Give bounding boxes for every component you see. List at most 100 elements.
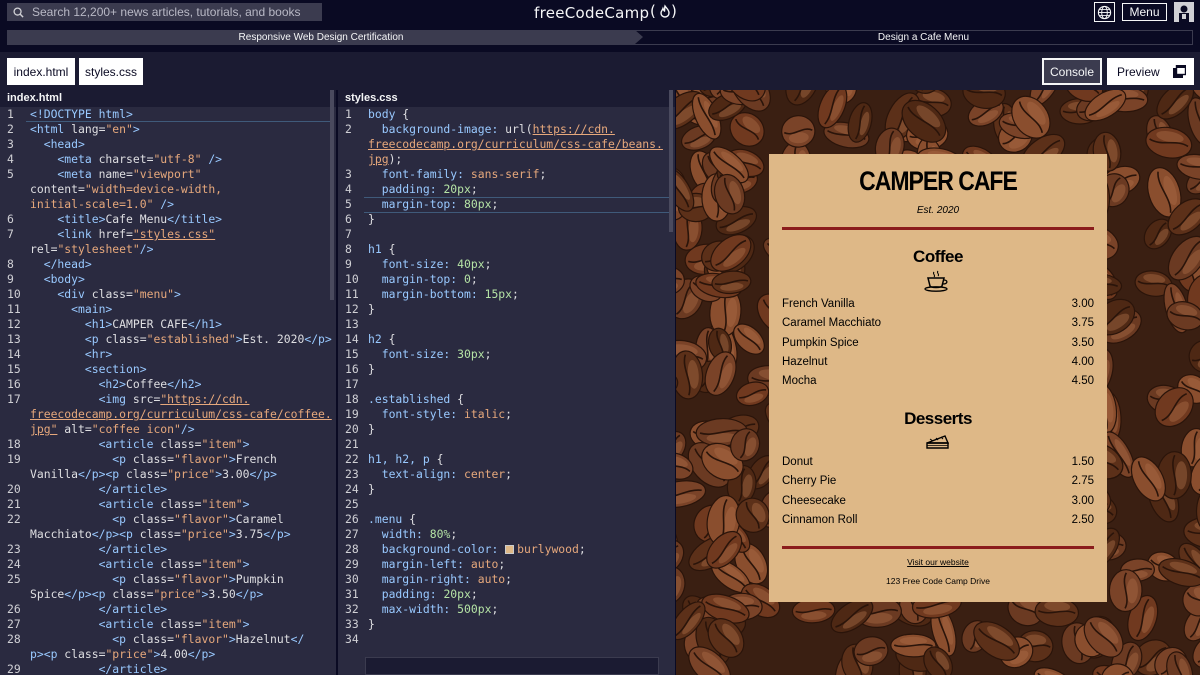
- code-line[interactable]: <body>: [30, 272, 85, 287]
- code-line[interactable]: <!DOCTYPE html>: [30, 107, 133, 122]
- code-line[interactable]: <p class="flavor">Caramel: [30, 512, 284, 527]
- code-line[interactable]: h1, h2, p {: [368, 452, 443, 467]
- code-line[interactable]: }: [368, 617, 375, 632]
- tab-styles-css[interactable]: styles.css: [79, 58, 143, 85]
- console-button[interactable]: Console: [1042, 58, 1102, 85]
- visit-website-link[interactable]: Visit our website: [769, 557, 1107, 567]
- code-line[interactable]: <p class="flavor">French: [30, 452, 277, 467]
- code-line[interactable]: </head>: [30, 257, 92, 272]
- language-globe-button[interactable]: [1094, 2, 1115, 22]
- breadcrumb-project[interactable]: Design a Cafe Menu: [635, 30, 1193, 45]
- css-code-area[interactable]: 1 body {2 background-image: url(https://c…: [338, 107, 675, 675]
- code-line[interactable]: margin-top: 0;: [368, 272, 478, 287]
- html-editor-scrollbar[interactable]: [330, 90, 334, 300]
- code-line[interactable]: freecodecamp.org/curriculum/css-cafe/cof…: [30, 407, 332, 422]
- preview-button[interactable]: Preview: [1107, 58, 1194, 85]
- code-line[interactable]: rel="stylesheet"/>: [30, 242, 153, 257]
- search-input[interactable]: [32, 5, 312, 19]
- code-line[interactable]: Macchiato</p><p class="price">3.75</p>: [30, 527, 291, 542]
- code-line[interactable]: content="width=device-width,: [30, 182, 222, 197]
- code-line[interactable]: <h2>Coffee</h2>: [30, 377, 202, 392]
- code-line[interactable]: <p class="flavor">Pumpkin: [30, 572, 284, 587]
- code-line[interactable]: p><p class="price">4.00</p>: [30, 647, 215, 662]
- code-line[interactable]: </article>: [30, 542, 168, 557]
- code-line[interactable]: font-size: 40px;: [368, 257, 492, 272]
- code-line[interactable]: padding: 20px;: [368, 182, 478, 197]
- code-line[interactable]: </article>: [30, 482, 168, 497]
- css-editor-scrollbar[interactable]: [669, 90, 673, 232]
- line-number: 25: [7, 572, 21, 586]
- html-code-area[interactable]: 1 <!DOCTYPE html> 2 <html lang="en"> 3 <head…: [0, 107, 336, 675]
- code-line[interactable]: <head>: [30, 137, 85, 152]
- code-line[interactable]: jpg" alt="coffee icon"/>: [30, 422, 195, 437]
- code-line[interactable]: margin-left: auto;: [368, 557, 505, 572]
- code-line[interactable]: <article class="item">: [30, 437, 250, 452]
- tab-index-html[interactable]: index.html: [7, 58, 75, 85]
- menu-button[interactable]: Menu: [1122, 3, 1167, 21]
- code-line[interactable]: <h1>CAMPER CAFE</h1>: [30, 317, 222, 332]
- code-line[interactable]: h1 {: [368, 242, 395, 257]
- code-line[interactable]: font-style: italic;: [368, 407, 512, 422]
- code-line[interactable]: .established {: [368, 392, 464, 407]
- code-line[interactable]: freecodecamp.org/curriculum/css-cafe/bea…: [368, 137, 663, 152]
- code-line[interactable]: Vanilla</p><p class="price">3.00</p>: [30, 467, 277, 482]
- code-line[interactable]: <title>Cafe Menu</title>: [30, 212, 222, 227]
- code-line[interactable]: margin-top: 80px;: [368, 197, 499, 212]
- avatar-icon: [1174, 2, 1194, 22]
- code-line[interactable]: <hr>: [30, 347, 112, 362]
- code-token: "width=device-width,: [84, 182, 223, 196]
- code-line[interactable]: <section>: [30, 362, 147, 377]
- code-line[interactable]: h2 {: [368, 332, 395, 347]
- code-line[interactable]: margin-bottom: 15px;: [368, 287, 519, 302]
- code-token: 30px: [457, 347, 485, 361]
- code-line[interactable]: }: [368, 422, 375, 437]
- code-line[interactable]: jpg);: [368, 152, 402, 167]
- code-line[interactable]: padding: 20px;: [368, 587, 478, 602]
- code-line[interactable]: <img src="https://cdn.: [30, 392, 250, 407]
- html-editor-pane[interactable]: index.html 1 <!DOCTYPE html> 2 <html lang="…: [0, 90, 336, 675]
- breadcrumb-course[interactable]: Responsive Web Design Certification: [7, 30, 643, 45]
- code-line[interactable]: <p class="flavor">Hazelnut</: [30, 632, 304, 647]
- code-line[interactable]: width: 80%;: [368, 527, 457, 542]
- address-text: 123 Free Code Camp Drive: [886, 576, 990, 586]
- code-line[interactable]: <div class="menu">: [30, 287, 181, 302]
- code-line[interactable]: <article class="item">: [30, 617, 250, 632]
- code-line[interactable]: <p class="established">Est. 2020</p>: [30, 332, 332, 347]
- code-line[interactable]: font-family: sans-serif;: [368, 167, 547, 182]
- code-line[interactable]: </article>: [30, 602, 168, 617]
- code-line[interactable]: </article>: [30, 662, 168, 675]
- code-token: >: [174, 287, 181, 301]
- code-line[interactable]: <article class="item">: [30, 497, 250, 512]
- user-avatar[interactable]: [1174, 2, 1194, 22]
- code-token: "https://cdn.: [160, 392, 250, 406]
- code-token: italic: [464, 407, 506, 421]
- code-token: ;: [539, 167, 547, 181]
- code-line[interactable]: .menu {: [368, 512, 416, 527]
- code-line[interactable]: }: [368, 302, 375, 317]
- search-bar[interactable]: [7, 3, 322, 21]
- css-editor-pane[interactable]: styles.css 1 body {2 background-image: ur…: [338, 90, 675, 675]
- code-line[interactable]: <meta charset="utf-8" />: [30, 152, 222, 167]
- code-line[interactable]: background-color: burlywood;: [368, 542, 586, 557]
- code-line[interactable]: initial-scale=1.0" />: [30, 197, 174, 212]
- color-swatch[interactable]: [505, 545, 515, 554]
- code-line[interactable]: margin-right: auto;: [368, 572, 512, 587]
- code-line[interactable]: Spice</p><p class="price">3.50</p>: [30, 587, 263, 602]
- code-token: Est. 2020: [242, 332, 305, 346]
- code-line[interactable]: }: [368, 362, 375, 377]
- item-flavor: Pumpkin Spice: [782, 336, 859, 349]
- code-line[interactable]: }: [368, 482, 375, 497]
- code-line[interactable]: background-image: url(https://cdn.: [368, 122, 615, 137]
- code-line[interactable]: font-size: 30px;: [368, 347, 492, 362]
- code-line[interactable]: body {: [368, 107, 409, 122]
- code-line[interactable]: <article class="item">: [30, 557, 250, 572]
- code-line[interactable]: <link href="styles.css": [30, 227, 215, 242]
- code-line[interactable]: <html lang="en">: [30, 122, 140, 137]
- code-line[interactable]: max-width: 500px;: [368, 602, 499, 617]
- code-line[interactable]: <meta name="viewport": [30, 167, 201, 182]
- code-line[interactable]: <main>: [30, 302, 112, 317]
- code-line[interactable]: }: [368, 212, 375, 227]
- fcc-logo[interactable]: freeCodeCamp ( ): [534, 2, 680, 24]
- code-token: src=: [132, 392, 161, 406]
- code-line[interactable]: text-align: center;: [368, 467, 512, 482]
